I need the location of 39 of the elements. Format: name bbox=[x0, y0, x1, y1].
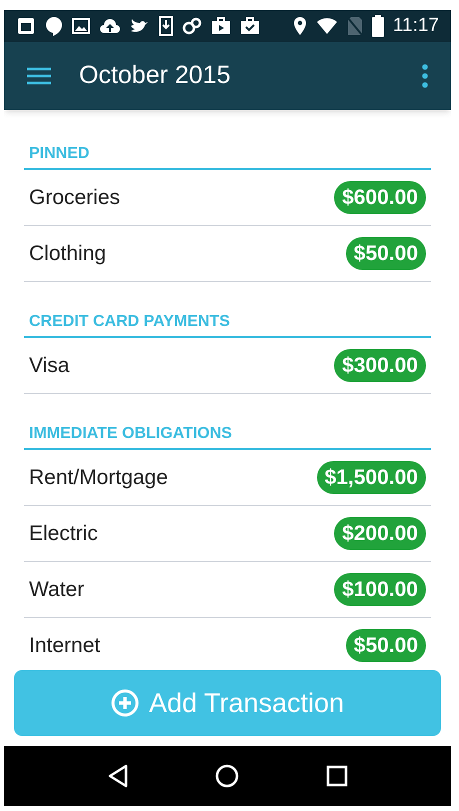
image-icon bbox=[72, 17, 90, 35]
add-transaction-button[interactable]: Add Transaction bbox=[14, 670, 441, 736]
battery-icon bbox=[372, 15, 384, 37]
recent-apps-icon[interactable] bbox=[326, 765, 348, 787]
overflow-menu-icon[interactable] bbox=[421, 64, 429, 88]
category-name: Internet bbox=[29, 632, 100, 659]
category-name: Electric bbox=[29, 520, 98, 547]
amount-badge: $50.00 bbox=[346, 236, 426, 270]
link-icon bbox=[182, 17, 202, 35]
plus-circle-icon bbox=[110, 689, 139, 717]
section-header: CREDIT CARD PAYMENTS bbox=[29, 312, 230, 332]
calendar-icon bbox=[16, 16, 36, 36]
back-icon[interactable] bbox=[107, 764, 130, 788]
cloud-upload-icon bbox=[99, 18, 121, 34]
section-header: PINNED bbox=[29, 144, 90, 164]
bird-icon bbox=[130, 18, 150, 34]
category-name: Clothing bbox=[29, 240, 106, 267]
briefcase-check-icon bbox=[240, 17, 260, 35]
category-name: Water bbox=[29, 576, 84, 603]
amount-badge: $200.00 bbox=[334, 516, 426, 550]
category-name: Rent/Mortgage bbox=[29, 464, 168, 491]
section-header: IMMEDIATE OBLIGATIONS bbox=[29, 424, 232, 444]
briefcase-play-icon bbox=[211, 17, 231, 35]
amount-badge: $50.00 bbox=[346, 628, 426, 662]
location-pin-icon bbox=[292, 16, 307, 36]
amount-badge: $100.00 bbox=[334, 572, 426, 606]
download-icon bbox=[159, 16, 173, 36]
category-name: Visa bbox=[29, 352, 70, 379]
status-time: 11:17 bbox=[392, 14, 439, 38]
app-title: October 2015 bbox=[79, 60, 230, 92]
amount-badge: $1,500.00 bbox=[316, 460, 426, 494]
home-icon[interactable] bbox=[215, 764, 240, 788]
no-sim-icon bbox=[346, 16, 363, 36]
category-name: Groceries bbox=[29, 184, 120, 211]
wifi-icon bbox=[316, 17, 338, 35]
menu-icon[interactable] bbox=[26, 66, 52, 86]
amount-badge: $300.00 bbox=[334, 348, 426, 382]
chat-bubble-icon bbox=[45, 16, 63, 36]
amount-badge: $600.00 bbox=[334, 180, 426, 214]
